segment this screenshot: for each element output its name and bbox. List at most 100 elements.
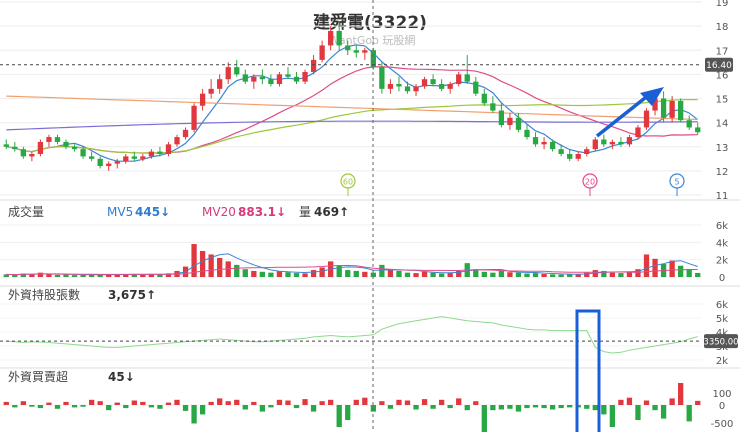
volume-bar xyxy=(217,257,223,277)
trade-panel-label: 外資買賣超 xyxy=(8,369,68,384)
trade-bar xyxy=(225,401,231,405)
trade-bar xyxy=(601,405,607,415)
candle-body xyxy=(276,74,283,85)
candle-body xyxy=(123,156,129,162)
trade-bar xyxy=(259,405,266,412)
trade-bar xyxy=(148,405,155,408)
volume-bar xyxy=(259,271,266,277)
trade-bar xyxy=(421,399,428,405)
trade-bar xyxy=(80,405,86,407)
trade-bar xyxy=(498,405,505,410)
candle-body xyxy=(259,76,266,80)
volume-bar xyxy=(293,273,300,277)
candle-body xyxy=(549,141,556,150)
candle-body xyxy=(3,144,9,147)
candle-body xyxy=(174,137,180,145)
trade-bar xyxy=(396,399,402,405)
volume-tick-label: 2k xyxy=(716,256,728,267)
candle-body xyxy=(106,163,112,167)
price-tick-label: 12 xyxy=(716,167,729,178)
trade-bar xyxy=(379,401,385,405)
candle-body xyxy=(413,86,419,92)
ma-marker-label: 60 xyxy=(343,178,353,187)
trade-tick-label: -500 xyxy=(711,419,734,430)
trade-bar xyxy=(242,405,248,410)
volume-bar xyxy=(532,273,539,277)
price-tick-label: 18 xyxy=(716,22,729,33)
trade-bar xyxy=(276,399,283,405)
volume-bar xyxy=(285,272,291,277)
candle-body xyxy=(63,141,69,147)
trade-bar xyxy=(310,405,317,412)
trade-bar xyxy=(695,400,701,405)
candle-body xyxy=(157,151,163,154)
trade-bar xyxy=(686,405,692,422)
mv5-value: 445↓ xyxy=(135,205,170,219)
candle-body xyxy=(669,100,675,118)
volume-bar xyxy=(413,273,419,277)
candle-body xyxy=(20,149,26,157)
trade-bar xyxy=(669,398,675,405)
trade-bar xyxy=(174,399,180,405)
candle-body xyxy=(12,146,18,150)
candle-body xyxy=(592,139,598,150)
candle-body xyxy=(80,149,86,157)
candle-body xyxy=(507,117,513,126)
candle-body xyxy=(532,137,539,145)
holding-value-label: 3350.00 xyxy=(703,338,738,348)
candle-body xyxy=(336,30,342,46)
volume-bar xyxy=(541,273,547,277)
trade-bar xyxy=(3,401,9,405)
trade-bar xyxy=(541,405,547,409)
volume-bar xyxy=(71,275,78,277)
candle-body xyxy=(567,153,573,159)
trade-bar xyxy=(626,397,633,405)
volume-bar xyxy=(353,270,359,277)
candle-body xyxy=(464,74,470,82)
candle-body xyxy=(515,117,522,130)
trade-bar xyxy=(268,405,274,408)
trade-tick-label: 0 xyxy=(719,401,725,412)
volume-bar xyxy=(643,254,650,277)
volume-bar xyxy=(447,273,453,277)
trade-bar xyxy=(592,405,598,411)
candle-body xyxy=(609,141,616,145)
volume-bar xyxy=(404,272,411,277)
candle-body xyxy=(584,149,590,154)
price-tick-label: 19 xyxy=(716,0,729,9)
trade-bar xyxy=(353,399,359,405)
volume-bar xyxy=(549,274,556,277)
candle-body xyxy=(345,45,351,51)
last-price-label: 16.40 xyxy=(706,61,732,71)
candle-body xyxy=(626,137,633,145)
stock-chart: 建舜電(3322) WantGoo 玩股網 成交量 MV5 445↓ MV20 … xyxy=(0,0,740,432)
trade-bar xyxy=(447,405,453,409)
candle-body xyxy=(54,137,61,142)
volume-bar xyxy=(567,274,573,277)
trade-bar xyxy=(481,405,487,432)
candle-body xyxy=(438,84,445,89)
trade-bar xyxy=(438,399,445,405)
volume-bar xyxy=(669,260,675,277)
trade-bar xyxy=(140,401,146,405)
candle-body xyxy=(251,76,257,82)
volume-bar xyxy=(481,271,487,277)
trend-arrow-line xyxy=(595,92,652,138)
price-tick-label: 17 xyxy=(716,46,729,57)
candle-body xyxy=(618,141,624,145)
trade-bar xyxy=(328,399,334,405)
volume-bar xyxy=(618,273,624,277)
volume-bar xyxy=(319,267,325,277)
trade-tick-label: 100 xyxy=(712,389,731,400)
candle-body xyxy=(319,45,325,60)
volume-bar xyxy=(396,270,402,277)
volume-bar xyxy=(54,274,61,277)
volume-bar xyxy=(524,273,530,277)
price-tick-label: 15 xyxy=(716,95,729,106)
candle-body xyxy=(114,161,120,164)
candle-body xyxy=(148,151,155,157)
trade-bar xyxy=(131,400,137,405)
price-tick-label: 11 xyxy=(716,191,729,202)
candle-body xyxy=(131,156,137,159)
candle-body xyxy=(268,79,274,85)
